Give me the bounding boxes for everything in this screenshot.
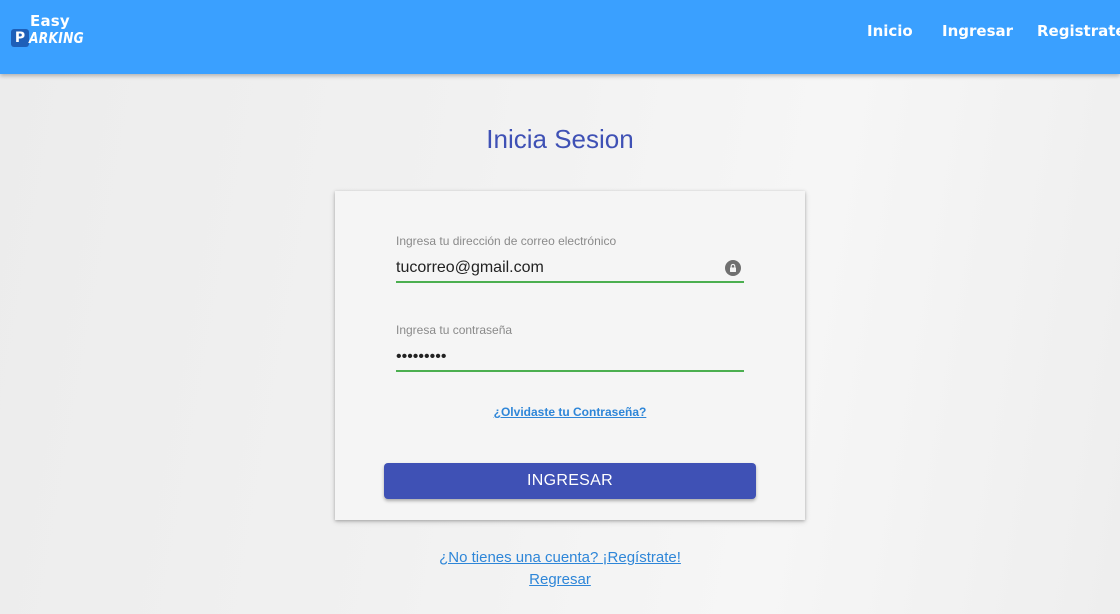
password-field[interactable] — [396, 344, 744, 372]
logo-top-text: Easy — [30, 12, 70, 30]
nav-link-inicio[interactable]: Inicio — [867, 22, 913, 40]
easy-parking-logo[interactable]: Easy P ARKING — [11, 12, 91, 52]
nav-link-ingresar[interactable]: Ingresar — [942, 22, 1013, 40]
register-link[interactable]: ¿No tienes una cuenta? ¡Regístrate! — [0, 549, 1120, 566]
email-field[interactable] — [396, 255, 744, 283]
login-card: Ingresa tu dirección de correo electróni… — [335, 191, 805, 520]
back-link[interactable]: Regresar — [0, 571, 1120, 588]
forgot-password-link[interactable]: ¿Olvidaste tu Contraseña? — [335, 405, 805, 419]
password-label: Ingresa tu contraseña — [396, 323, 513, 337]
lock-icon — [725, 260, 741, 276]
logo-p-icon: P — [11, 29, 29, 47]
page-title: Inicia Sesion — [486, 124, 634, 154]
nav-link-registrate[interactable]: Registrate — [1037, 22, 1120, 40]
email-label: Ingresa tu dirección de correo electróni… — [396, 234, 617, 248]
logo-rest-text: ARKING — [29, 29, 84, 47]
login-submit-button[interactable]: INGRESAR — [384, 463, 756, 499]
navbar: Easy P ARKING Inicio Ingresar Registrate — [0, 0, 1120, 74]
